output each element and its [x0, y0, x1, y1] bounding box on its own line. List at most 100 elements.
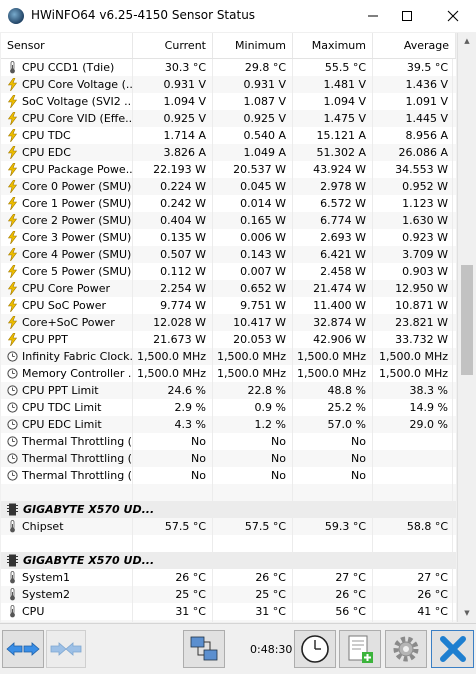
empty-cell [1, 535, 133, 552]
sensor-row[interactable]: CPU Core VID (Effe... 0.925 V 0.925 V 1.475… [1, 110, 456, 127]
sensor-row[interactable]: CPU Package Powe... 22.193 W 20.537 W 43.92… [1, 161, 456, 178]
expand-collapse-button[interactable] [2, 630, 44, 668]
sensor-name: CPU SoC Power [1, 297, 133, 314]
average-value: 38.3 % [373, 382, 453, 399]
average-value: 1.091 V [373, 93, 453, 110]
sensor-row[interactable]: System2 25 °C 25 °C 26 °C 26 °C [1, 586, 456, 603]
average-value: 1.123 W [373, 195, 453, 212]
vertical-scrollbar[interactable]: ▲ ▼ [457, 33, 476, 622]
sensor-group-header[interactable]: GIGABYTE X570 UD... [1, 501, 456, 518]
scroll-down-arrow-icon[interactable]: ▼ [458, 605, 476, 622]
maximum-value: 27 °C [293, 569, 373, 586]
layout-toggle-button[interactable] [46, 630, 86, 668]
sensor-row[interactable]: Core 1 Power (SMU) 0.242 W 0.014 W 6.572 W1… [1, 195, 456, 212]
current-value: 0.135 W [133, 229, 213, 246]
minimize-button[interactable] [356, 0, 390, 32]
sensor-row[interactable]: CPU PPT Limit 24.6 % 22.8 % 48.8 % 38.3 % [1, 382, 456, 399]
sensor-name: CPU PPT Limit [1, 382, 133, 399]
minimum-value: No [213, 433, 293, 450]
sensor-row[interactable]: Core+SoC Power 12.028 W 10.417 W 32.874 W 23… [1, 314, 456, 331]
chip-icon [7, 554, 18, 567]
right-left-arrows-icon [50, 642, 82, 656]
window-title: HWiNFO64 v6.25-4150 Sensor Status [31, 8, 256, 22]
current-value: 0.112 W [133, 263, 213, 280]
current-value: 29 °C [133, 620, 213, 622]
minimum-value: 9.751 W [213, 297, 293, 314]
sensor-row[interactable]: Thermal Throttling (... No No No [1, 467, 456, 484]
scrollbar-thumb[interactable] [461, 265, 473, 375]
sensor-row[interactable]: Thermal Throttling (... No No No [1, 450, 456, 467]
sensor-group-header[interactable]: GIGABYTE X570 UD... [1, 552, 456, 569]
current-value: 1,500.0 MHz [133, 348, 213, 365]
sensor-name: Core 5 Power (SMU) [1, 263, 133, 280]
current-value: 30.3 °C [133, 59, 213, 76]
sensor-label: CPU CCD1 (Tdie) [22, 61, 115, 74]
sensor-row[interactable]: CPU Core Voltage (... 0.931 V 0.931 V 1.481… [1, 76, 456, 93]
sensor-row[interactable]: CPU 31 °C 31 °C 56 °C 41 °C [1, 603, 456, 620]
current-value: No [133, 467, 213, 484]
sensor-row[interactable]: Core 3 Power (SMU) 0.135 W 0.006 W 2.693 W0… [1, 229, 456, 246]
sensor-row[interactable]: SoC Voltage (SVI2 ... 1.094 V 1.087 V 1.094… [1, 93, 456, 110]
clock-icon [301, 635, 329, 663]
average-value: 10.871 W [373, 297, 453, 314]
minimum-value: 29.8 °C [213, 59, 293, 76]
sensor-label: CPU Package Powe... [22, 163, 133, 176]
close-sensors-button[interactable] [431, 630, 474, 668]
column-header-average[interactable]: Average [373, 33, 456, 58]
sensor-row[interactable]: CPU Core Power 2.254 W 0.652 W 21.474 W 12.9… [1, 280, 456, 297]
sensor-label: Thermal Throttling (... [22, 469, 133, 482]
bolt-icon [7, 231, 18, 244]
close-window-button[interactable] [436, 0, 470, 32]
scroll-up-arrow-icon[interactable]: ▲ [458, 33, 476, 50]
maximum-value: 2.978 W [293, 178, 373, 195]
sensor-row[interactable]: CPU EDC Limit 4.3 % 1.2 % 57.0 % 29.0 % [1, 416, 456, 433]
sensor-row[interactable]: Infinity Fabric Clock... 1,500.0 MHz 1,500… [1, 348, 456, 365]
current-value: 0.242 W [133, 195, 213, 212]
thermometer-icon [10, 520, 15, 533]
bolt-icon [7, 146, 18, 159]
sensor-row[interactable]: Core 4 Power (SMU) 0.507 W 0.143 W 6.421 W3… [1, 246, 456, 263]
sensor-row[interactable]: Core 5 Power (SMU) 0.112 W 0.007 W 2.458 W0… [1, 263, 456, 280]
network-button[interactable] [183, 630, 225, 668]
clock-icon [7, 470, 18, 481]
current-value: 21.673 W [133, 331, 213, 348]
sensor-row[interactable]: Core 2 Power (SMU) 0.404 W 0.165 W 6.774 W1… [1, 212, 456, 229]
sensor-row[interactable]: CPU CCD1 (Tdie) 30.3 °C 29.8 °C 55.5 °C 39.5… [1, 59, 456, 76]
sensor-row[interactable]: PCIEX1629 °C29 °C30 °C29 °C [1, 620, 456, 622]
reset-timer-button[interactable] [294, 630, 336, 668]
sensor-row[interactable]: Memory Controller ... 1,500.0 MHz 1,500.0 … [1, 365, 456, 382]
average-value: 1.630 W [373, 212, 453, 229]
sensor-label: Core 2 Power (SMU) [22, 214, 132, 227]
column-header-minimum[interactable]: Minimum [213, 33, 293, 58]
sensor-row[interactable]: System1 26 °C 26 °C 27 °C 27 °C [1, 569, 456, 586]
sensor-row[interactable]: CPU TDC Limit 2.9 % 0.9 % 25.2 % 14.9 % [1, 399, 456, 416]
logging-button[interactable] [339, 630, 381, 668]
sensor-row[interactable]: CPU SoC Power 9.774 W 9.751 W 11.400 W 10.87… [1, 297, 456, 314]
clock-icon [7, 419, 18, 430]
sensor-row[interactable]: Core 0 Power (SMU) 0.224 W 0.045 W 2.978 W0… [1, 178, 456, 195]
settings-button[interactable] [385, 630, 427, 668]
minimum-value: 0.925 V [213, 110, 293, 127]
average-value: 0.952 W [373, 178, 453, 195]
average-value: 26.086 A [373, 144, 453, 161]
maximum-value: 25.2 % [293, 399, 373, 416]
sensor-row[interactable]: CPU PPT 21.673 W 20.053 W 42.906 W 33.732 W [1, 331, 456, 348]
bottom-toolbar: 0:48:30 [0, 623, 476, 674]
clock-icon [7, 453, 18, 464]
sensor-row[interactable]: CPU EDC 3.826 A 1.049 A 51.302 A 26.086 A [1, 144, 456, 161]
current-value: 2.9 % [133, 399, 213, 416]
sensor-name: CPU EDC Limit [1, 416, 133, 433]
column-header-current[interactable]: Current [133, 33, 213, 58]
sensor-row[interactable]: Thermal Throttling (... No No No [1, 433, 456, 450]
hwinfo-app-icon [8, 8, 24, 24]
maximize-button[interactable] [390, 0, 424, 32]
sensor-row[interactable]: CPU TDC 1.714 A 0.540 A 15.121 A 8.956 A [1, 127, 456, 144]
current-value: 0.404 W [133, 212, 213, 229]
sensor-label: CPU TDC [22, 129, 71, 142]
column-header-sensor[interactable]: Sensor [1, 33, 133, 58]
sensor-name: Infinity Fabric Clock... [1, 348, 133, 365]
empty-cell [213, 535, 293, 552]
sensor-label: CPU EDC [22, 146, 71, 159]
sensor-row[interactable]: Chipset 57.5 °C 57.5 °C 59.3 °C 58.8 °C [1, 518, 456, 535]
column-header-maximum[interactable]: Maximum [293, 33, 373, 58]
